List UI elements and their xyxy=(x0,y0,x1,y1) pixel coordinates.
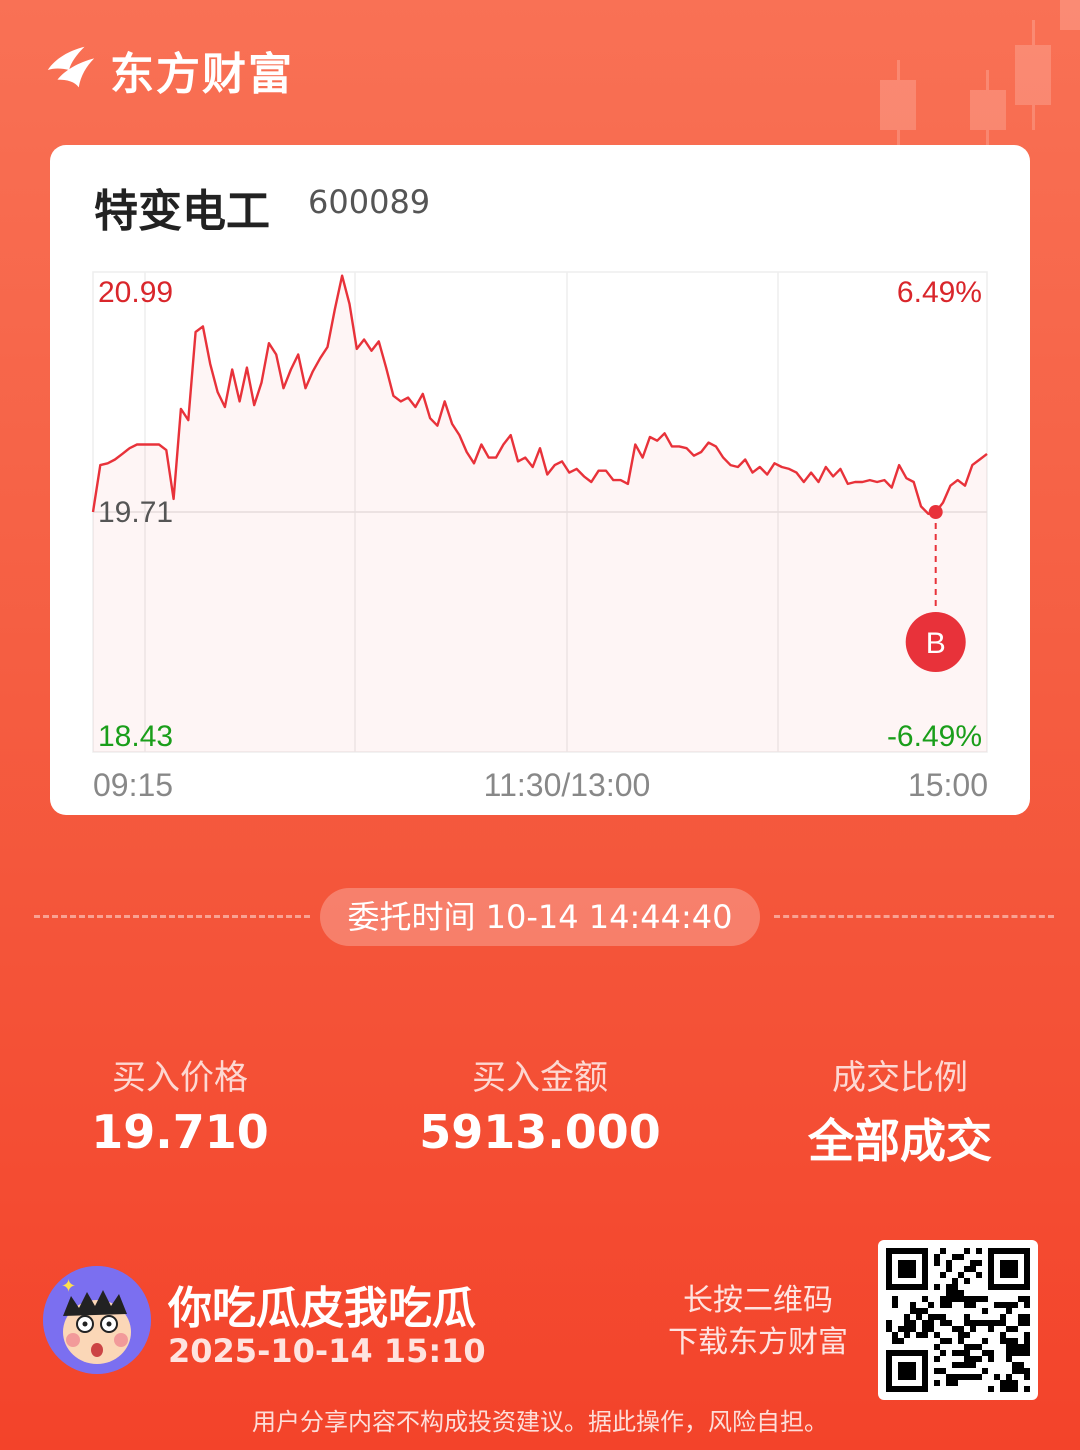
trade-stats: 买入价格 19.710 买入金额 5913.000 成交比例 全部成交 xyxy=(0,1050,1080,1170)
marker-label: B xyxy=(926,627,946,660)
pct-label-high: 6.49% xyxy=(897,276,982,309)
x-label-mid: 11:30/13:00 xyxy=(484,767,651,803)
x-label-start: 09:15 xyxy=(93,767,173,803)
stat-value: 19.710 xyxy=(91,1105,269,1159)
brand-name: 东方财富 xyxy=(110,49,294,100)
user-name: 你吃瓜皮我吃瓜 xyxy=(168,1283,476,1334)
cartoon-avatar-icon[interactable]: ✦ xyxy=(43,1266,151,1374)
y-label-low: 18.43 xyxy=(98,720,173,753)
x-label-end: 15:00 xyxy=(908,767,988,803)
stat-label: 买入金额 xyxy=(472,1058,608,1098)
order-time-row: 委托时间 10-14 14:44:40 xyxy=(34,888,1054,948)
price-area-fill xyxy=(93,275,987,752)
eastmoney-logo-icon xyxy=(47,46,95,88)
stat-buy-price: 买入价格 19.710 xyxy=(20,1050,340,1159)
stat-label: 成交比例 xyxy=(832,1058,968,1098)
qr-hint-line1: 长按二维码 xyxy=(683,1283,833,1318)
y-label-mid: 19.71 xyxy=(98,496,173,529)
stat-fill-ratio: 成交比例 全部成交 xyxy=(740,1050,1060,1171)
order-time-pill: 委托时间 10-14 14:44:40 xyxy=(320,888,760,946)
dashed-divider-left xyxy=(34,915,310,918)
stat-buy-amount: 买入金额 5913.000 xyxy=(380,1050,700,1159)
decorative-candles xyxy=(820,0,1080,160)
intraday-chart: B 20.99 19.71 18.43 6.49% -6.49% 09:15 1… xyxy=(91,271,988,803)
user-row: ✦ 你吃瓜皮我吃瓜 2025-10-14 15:10 长按二维码 下载东方财富 xyxy=(0,1240,1080,1400)
stat-label: 买入价格 xyxy=(112,1058,248,1098)
marker-dot xyxy=(928,505,943,519)
dashed-divider-right xyxy=(774,915,1054,918)
brand-header: 东方财富 xyxy=(42,40,294,100)
qr-code-icon[interactable] xyxy=(878,1240,1038,1400)
svg-text:✦: ✦ xyxy=(61,1276,76,1297)
disclaimer: 用户分享内容不构成投资建议。据此操作，风险自担。 xyxy=(252,1408,828,1436)
qr-hint: 长按二维码 下载东方财富 xyxy=(640,1280,876,1364)
stat-value: 全部成交 xyxy=(808,1114,992,1168)
chart-card: 特变电工 600089 B 20.99 19.71 18.43 6.49% -6… xyxy=(50,145,1030,815)
stat-value: 5913.000 xyxy=(419,1105,661,1159)
qr-hint-line2: 下载东方财富 xyxy=(668,1325,848,1360)
pct-label-low: -6.49% xyxy=(887,720,982,753)
share-time: 2025-10-14 15:10 xyxy=(168,1332,486,1370)
y-label-high: 20.99 xyxy=(98,276,173,309)
